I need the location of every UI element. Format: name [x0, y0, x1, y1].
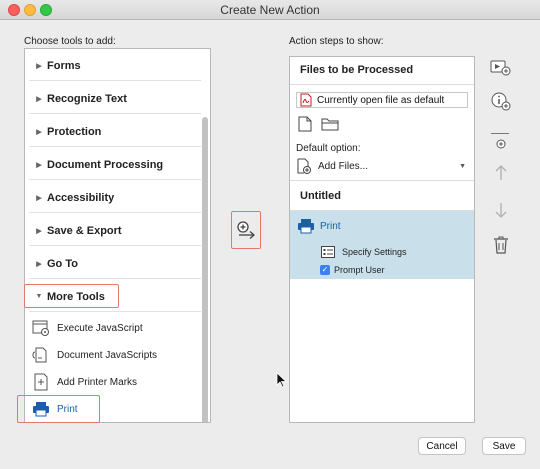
cancel-button[interactable]: Cancel: [418, 437, 466, 455]
tools-list-panel: ▶ Forms ▶ Recognize Text ▶ Protection ▶ …: [24, 48, 211, 423]
disclosure-arrow-icon: ▶: [36, 260, 42, 268]
step-print[interactable]: Print: [296, 217, 341, 235]
category-label: Save & Export: [47, 224, 122, 237]
tool-label: Add Printer Marks: [57, 376, 138, 388]
tool-document-javascripts[interactable]: Document JavaScripts: [29, 343, 201, 367]
printer-icon: [31, 399, 51, 419]
category-save-export[interactable]: ▶ Save & Export: [29, 216, 201, 246]
file-source-field[interactable]: Currently open file as default: [296, 92, 468, 108]
settings-list-icon: [320, 245, 336, 259]
action-steps-label: Action steps to show:: [289, 36, 384, 47]
disclosure-arrow-icon: ▶: [36, 194, 42, 202]
category-more-tools[interactable]: ▼ More Tools: [29, 282, 201, 312]
printer-icon: [296, 217, 316, 235]
specify-settings-option[interactable]: Specify Settings: [320, 245, 407, 259]
folder-icon[interactable]: [320, 115, 340, 133]
prompt-user-label: Prompt User: [334, 265, 385, 275]
step-label: Print: [320, 220, 341, 232]
trash-icon[interactable]: [488, 232, 514, 258]
add-to-steps-button[interactable]: [231, 211, 261, 249]
divider: [290, 84, 474, 85]
category-recognize-text[interactable]: ▶ Recognize Text: [29, 84, 201, 114]
chevron-down-icon: ▼: [459, 162, 466, 170]
mouse-cursor-icon: [276, 372, 288, 391]
category-accessibility[interactable]: ▶ Accessibility: [29, 183, 201, 213]
insert-stop-icon[interactable]: [488, 54, 514, 80]
action-steps-panel: Files to be Processed Currently open fil…: [289, 56, 475, 423]
disclosure-arrow-down-icon: ▼: [35, 293, 43, 300]
pdf-icon: [299, 93, 313, 107]
untitled-section-heading: Untitled: [300, 190, 341, 202]
category-go-to[interactable]: ▶ Go To: [29, 249, 201, 279]
disclosure-arrow-icon: ▶: [36, 62, 42, 70]
category-label: Go To: [47, 257, 78, 270]
specify-settings-label: Specify Settings: [342, 247, 407, 257]
move-down-icon[interactable]: [488, 197, 514, 223]
prompt-user-checkbox[interactable]: ✓: [320, 265, 330, 275]
category-protection[interactable]: ▶ Protection: [29, 117, 201, 147]
category-forms[interactable]: ▶ Forms: [29, 51, 201, 81]
tool-execute-javascript[interactable]: Execute JavaScript: [29, 316, 201, 340]
title-bar: Create New Action: [0, 0, 540, 20]
selected-step[interactable]: Print Specify Settings ✓ Prompt User: [290, 211, 474, 279]
add-instruction-icon[interactable]: [488, 88, 514, 114]
category-label: Recognize Text: [47, 92, 127, 105]
save-button[interactable]: Save: [482, 437, 526, 455]
tool-label: Print: [57, 403, 78, 415]
document-javascript-icon: [31, 345, 51, 365]
disclosure-arrow-icon: ▶: [36, 128, 42, 136]
add-panel-separator-icon[interactable]: [488, 128, 514, 154]
files-to-process-heading: Files to be Processed: [300, 64, 414, 76]
default-option-label: Default option:: [296, 143, 361, 154]
category-label: Accessibility: [47, 191, 115, 204]
javascript-icon: [31, 318, 51, 338]
add-files-icon: [296, 158, 312, 174]
disclosure-arrow-icon: ▶: [36, 161, 42, 169]
tools-scrollbar[interactable]: [202, 117, 208, 422]
category-label: Protection: [47, 125, 102, 138]
divider: [290, 180, 474, 181]
category-label: Document Processing: [47, 158, 164, 171]
default-option-value: Add Files...: [318, 160, 369, 172]
disclosure-arrow-icon: ▶: [36, 95, 42, 103]
prompt-user-option[interactable]: ✓ Prompt User: [320, 265, 385, 275]
move-up-icon[interactable]: [488, 160, 514, 186]
tool-add-printer-marks[interactable]: Add Printer Marks: [29, 370, 201, 394]
add-arrow-icon: [237, 221, 255, 239]
new-document-icon[interactable]: [296, 115, 314, 133]
tool-print[interactable]: Print: [29, 397, 201, 421]
window-title: Create New Action: [220, 3, 320, 17]
disclosure-arrow-icon: ▶: [36, 227, 42, 235]
printer-marks-icon: [31, 372, 51, 392]
tool-label: Document JavaScripts: [57, 349, 158, 361]
file-source-value: Currently open file as default: [317, 94, 445, 106]
default-option-select[interactable]: Add Files... ▼: [296, 157, 468, 175]
category-label: Forms: [47, 59, 81, 72]
category-document-processing[interactable]: ▶ Document Processing: [29, 150, 201, 180]
tool-label: Execute JavaScript: [57, 322, 143, 334]
category-label: More Tools: [47, 290, 105, 303]
choose-tools-label: Choose tools to add:: [24, 36, 116, 47]
